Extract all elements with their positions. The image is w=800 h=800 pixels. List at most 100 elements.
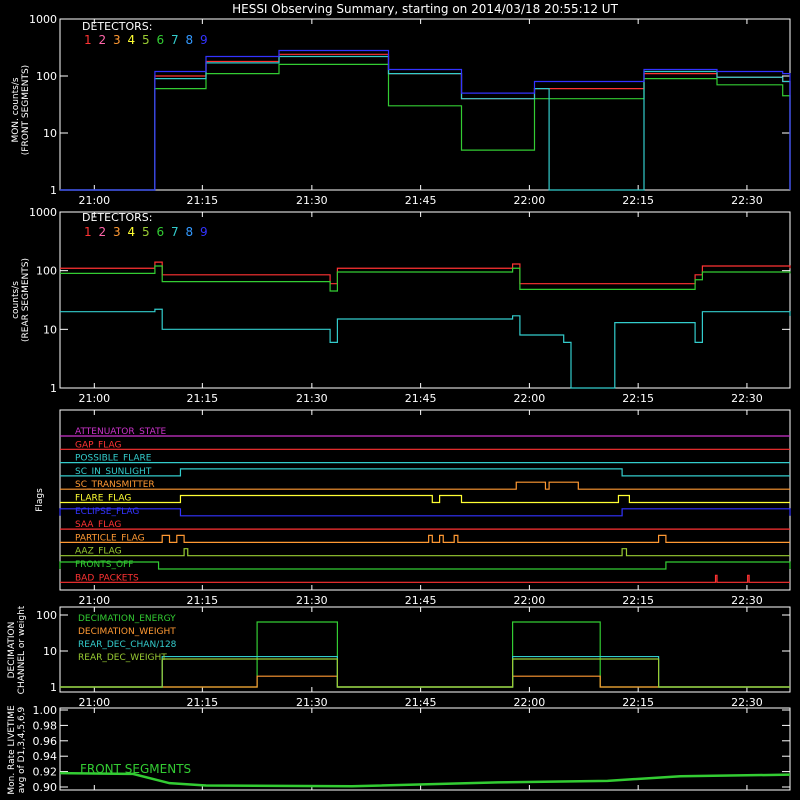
detector-number: 1 bbox=[84, 225, 92, 239]
y-tick-label: 0.90 bbox=[33, 781, 58, 794]
x-tick-label: 22:30 bbox=[731, 696, 763, 709]
flags-ylabel: Flags bbox=[35, 488, 45, 512]
decimation-series bbox=[60, 675, 790, 688]
x-tick-label: 21:45 bbox=[405, 392, 437, 405]
livetime-legend: FRONT SEGMENTS bbox=[80, 762, 191, 776]
decimation-legend-item: DECIMATION_ENERGY bbox=[78, 614, 176, 624]
detector-number: 4 bbox=[128, 33, 136, 47]
y-tick-label: 1 bbox=[50, 382, 57, 395]
x-tick-label: 22:15 bbox=[622, 696, 654, 709]
x-tick-label: 22:30 bbox=[731, 594, 763, 607]
detector-number: 1 bbox=[84, 33, 92, 47]
flag-line bbox=[60, 574, 790, 583]
y-tick-label: 0.96 bbox=[33, 735, 58, 748]
livetime-yticks: 0.90 0.92 0.94 0.96 0.98 1.00 bbox=[33, 704, 790, 794]
decimation-legend-item: DECIMATION_WEIGHT bbox=[78, 627, 176, 637]
rear-series-6 bbox=[60, 265, 791, 292]
y-tick-label: 1 bbox=[50, 681, 57, 694]
front-segments-panel: 1 10 100 1000 21:00 21:15 21:30 21:45 22:00 22:1… bbox=[11, 13, 791, 207]
x-tick-label: 21:15 bbox=[186, 392, 218, 405]
x-tick-label: 21:00 bbox=[78, 696, 110, 709]
detector-number: 8 bbox=[186, 225, 194, 239]
x-tick-label: 21:45 bbox=[405, 594, 437, 607]
rear-series-1 bbox=[60, 261, 791, 285]
detector-number: 4 bbox=[128, 225, 136, 239]
x-tick-label: 21:30 bbox=[296, 696, 328, 709]
detector-number: 5 bbox=[142, 225, 150, 239]
decimation-xticks: 21:00 21:15 21:30 21:45 22:00 22:15 22:30 bbox=[78, 607, 763, 709]
front-panel-frame bbox=[59, 18, 791, 191]
x-tick-label: 22:00 bbox=[514, 194, 546, 207]
rear-ylabel-1: counts/s bbox=[11, 281, 21, 319]
detector-number: 3 bbox=[113, 225, 121, 239]
x-tick-label: 21:00 bbox=[78, 594, 110, 607]
front-ylabel-2: (FRONT SEGMENTS) bbox=[21, 65, 31, 155]
x-tick-label: 21:15 bbox=[186, 194, 218, 207]
livetime-ylabel-1: Mon. Rate LIVETIME bbox=[7, 705, 17, 795]
y-tick-label: 100 bbox=[36, 609, 57, 622]
x-tick-label: 21:30 bbox=[296, 392, 328, 405]
detector-number: 7 bbox=[171, 33, 179, 47]
x-tick-label: 21:15 bbox=[186, 696, 218, 709]
decimation-ylabel-1: DECIMATION bbox=[7, 622, 17, 679]
rear-xticks: 21:00 21:15 21:30 21:45 22:00 22:15 22:30 bbox=[78, 212, 763, 405]
flags-group: ATTENUATOR_STATEGAP_FLAGPOSSIBLE_FLARESC… bbox=[59, 427, 791, 583]
livetime-ylabel-2: avg of D1,3,4,5,6,9 bbox=[17, 706, 27, 793]
x-tick-label: 22:00 bbox=[514, 392, 546, 405]
detector-number: 3 bbox=[113, 33, 121, 47]
hessi-observing-summary-chart: HESSI Observing Summary, starting on 201… bbox=[7, 2, 791, 795]
flags-panel-frame bbox=[59, 409, 791, 591]
x-tick-label: 22:30 bbox=[731, 392, 763, 405]
flag-line bbox=[60, 534, 790, 543]
detector-number: 2 bbox=[99, 33, 107, 47]
rear-ylabel-2: (REAR SEGMENTS) bbox=[21, 258, 31, 342]
x-tick-label: 22:15 bbox=[622, 392, 654, 405]
flag-line bbox=[60, 548, 790, 557]
flag-line bbox=[60, 494, 790, 504]
y-tick-label: 1 bbox=[50, 184, 57, 197]
decimation-legend-item: REAR_DEC_WEIGHT bbox=[78, 653, 167, 663]
rear-panel-frame bbox=[59, 211, 791, 389]
rear-segments-panel: 1 10 100 1000 21:00 21:15 21:30 21:45 22:00 22:1… bbox=[11, 206, 791, 405]
decimation-ylabel-2: CHANNEL or weight bbox=[17, 605, 27, 694]
y-tick-label: 100 bbox=[36, 70, 57, 83]
front-series-6 bbox=[60, 63, 791, 191]
y-tick-label: 10 bbox=[43, 323, 57, 336]
flag-line bbox=[60, 468, 790, 477]
decimation-legend-item: REAR_DEC_CHAN/128 bbox=[78, 640, 177, 650]
flag-line bbox=[59, 508, 791, 517]
x-tick-label: 22:15 bbox=[622, 194, 654, 207]
y-tick-label: 1.00 bbox=[33, 704, 58, 717]
x-tick-label: 21:45 bbox=[405, 194, 437, 207]
detector-number: 9 bbox=[200, 33, 208, 47]
y-tick-label: 0.92 bbox=[33, 766, 58, 779]
rear-series-group bbox=[60, 261, 791, 389]
x-tick-label: 21:30 bbox=[296, 594, 328, 607]
rear-series-7 bbox=[60, 308, 791, 389]
y-tick-label: 100 bbox=[36, 265, 57, 278]
detector-number: 8 bbox=[186, 33, 194, 47]
detector-number: 6 bbox=[157, 33, 165, 47]
decimation-legend: DECIMATION_ENERGY DECIMATION_WEIGHT REAR_D… bbox=[78, 614, 177, 663]
front-detector-numbers: 123456789 bbox=[84, 33, 208, 47]
detector-number: 2 bbox=[99, 225, 107, 239]
x-tick-label: 22:00 bbox=[514, 594, 546, 607]
flags-panel: 21:00 21:15 21:30 21:45 22:00 22:15 22:30 ATTE… bbox=[35, 409, 791, 607]
x-tick-label: 21:45 bbox=[405, 696, 437, 709]
detector-number: 5 bbox=[142, 33, 150, 47]
x-tick-label: 22:15 bbox=[622, 594, 654, 607]
detector-number: 9 bbox=[200, 225, 208, 239]
y-tick-label: 10 bbox=[43, 127, 57, 140]
livetime-panel: 0.900.920.940.960.981.00 FRONT SEGMENTS … bbox=[7, 704, 791, 795]
y-tick-label: 1000 bbox=[29, 13, 57, 26]
decimation-panel: 1 10 100 21:00 21:15 21:30 21:45 22:00 22:15 22:… bbox=[7, 605, 791, 709]
front-series-group bbox=[60, 49, 791, 191]
rear-detectors-label: DETECTORS: bbox=[82, 211, 152, 224]
x-tick-label: 21:00 bbox=[78, 392, 110, 405]
front-series-1 bbox=[60, 53, 791, 191]
front-detectors-label: DETECTORS: bbox=[82, 20, 152, 33]
livetime-panel-frame bbox=[59, 707, 791, 791]
flag-line bbox=[60, 481, 790, 490]
y-tick-label: 0.94 bbox=[33, 750, 58, 763]
front-ylabel-1: MON. counts/s bbox=[11, 77, 21, 142]
